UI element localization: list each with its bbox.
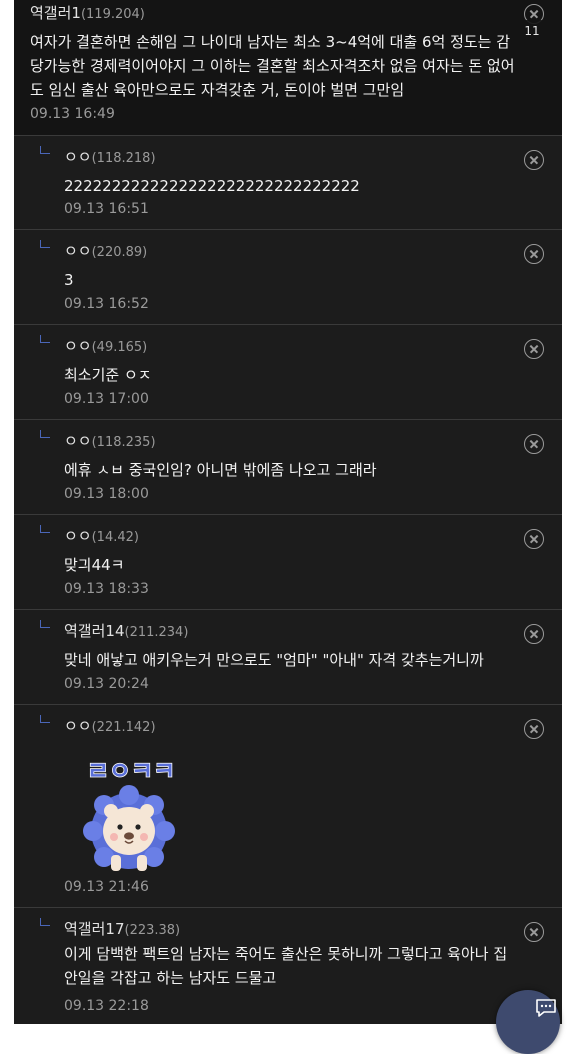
delete-icon[interactable] [524,244,544,264]
comment-author[interactable]: ㅇㅇ(118.218) [64,146,156,167]
reply-arrow-icon [40,918,50,926]
author-ip: (49.165) [91,340,148,355]
comment-bubble-icon [536,999,556,1017]
comment-author[interactable]: 역갤러17(223.38) [64,918,180,939]
delete-icon[interactable] [524,922,544,942]
comment-author[interactable]: ㅇㅇ(118.235) [64,430,156,451]
author-name: ㅇㅇ [64,148,92,166]
delete-icon[interactable] [524,624,544,644]
delete-icon[interactable] [524,339,544,359]
author-name: ㅇㅇ [64,432,92,450]
write-comment-button[interactable] [496,990,560,1054]
comment-text: 에휴 ㅅㅂ 중국인임? 아니면 밖에좀 나오고 그래라 [64,461,377,479]
author-name: ㅇㅇ [64,527,92,545]
reply-item: ㅇㅇ(220.89) 3 09.13 16:52 [14,230,562,325]
lion-sticker-image[interactable]: ㄹㅇㅋㅋ [70,749,192,879]
sticker-caption: ㄹㅇㅋㅋ [87,757,175,785]
author-ip: (14.42) [91,530,139,545]
author-name: 역갤러17 [64,920,125,938]
comment-text: 3 [64,271,74,289]
comment-text: 이게 담백한 팩트임 남자는 죽어도 출산은 못하니까 그렇다고 육아나 집 안… [64,945,508,987]
comment-text: 맞네 애낳고 애키우는거 만으로도 "엄마" "아내" 자격 갖추는거니까 [64,651,484,669]
author-ip: (223.38) [124,923,181,938]
reply-item: 역갤러17(223.38) 이게 담백한 팩트임 남자는 죽어도 출산은 못하니… [14,908,562,1024]
comment-date: 09.13 20:24 [64,676,149,692]
reply-item: ㅇㅇ(221.142) ㄹㅇㅋㅋ 09.13 21:46 [14,705,562,908]
author-ip: (220.89) [91,245,148,260]
reply-arrow-icon [40,620,50,628]
delete-icon[interactable] [524,529,544,549]
comment-author[interactable]: ㅇㅇ(221.142) [64,715,156,736]
comment-date: 09.13 18:33 [64,581,149,597]
reply-arrow-icon [40,335,50,343]
reply-item: ㅇㅇ(118.235) 에휴 ㅅㅂ 중국인임? 아니면 밖에좀 나오고 그래라 … [14,420,562,515]
delete-icon[interactable] [524,719,544,739]
counter-badge: 11 [519,20,545,42]
reply-arrow-icon [40,146,50,154]
comment-date: 09.13 16:49 [30,106,115,122]
author-ip: (118.218) [91,151,156,166]
comment-author[interactable]: ㅇㅇ(49.165) [64,335,147,356]
comment-date: 09.13 16:52 [64,296,149,312]
comment-author[interactable]: ㅇㅇ(14.42) [64,525,139,546]
comment-author[interactable]: 역갤러14(211.234) [64,620,188,641]
comment-date: 09.13 22:18 [64,998,149,1014]
comment-date: 09.13 16:51 [64,201,149,217]
author-name: ㅇㅇ [64,242,92,260]
author-ip: (221.142) [91,720,156,735]
reply-arrow-icon [40,240,50,248]
reply-arrow-icon [40,525,50,533]
lion-sticker-drawing: ㄹㅇㅋㅋ [83,756,176,871]
author-ip: (118.235) [91,435,156,450]
author-name: ㅇㅇ [64,717,92,735]
comment-text: 여자가 결혼하면 손해임 그 나이대 남자는 최소 3~4억에 대출 6억 정도… [30,33,515,99]
author-ip: (119.204) [80,7,145,22]
comment-item: 역갤러1(119.204) 여자가 결혼하면 손해임 그 나이대 남자는 최소 … [14,0,562,136]
delete-icon[interactable] [524,150,544,170]
comment-text: 최소기준 ㅇㅈ [64,366,152,384]
comment-date: 09.13 17:00 [64,391,149,407]
reply-arrow-icon [40,430,50,438]
comment-text: 맞긔44ㅋ [64,556,125,574]
author-ip: (211.234) [124,625,189,640]
reply-item: ㅇㅇ(14.42) 맞긔44ㅋ 09.13 18:33 [14,515,562,610]
reply-item: ㅇㅇ(49.165) 최소기준 ㅇㅈ 09.13 17:00 [14,325,562,420]
comment-list: 역갤러1(119.204) 여자가 결혼하면 손해임 그 나이대 남자는 최소 … [14,0,562,1024]
comment-author[interactable]: 역갤러1(119.204) [30,2,145,23]
comment-text: 2222222222222222222222222222222 [64,177,360,195]
comment-author[interactable]: ㅇㅇ(220.89) [64,240,147,261]
author-name: ㅇㅇ [64,337,92,355]
author-name: 역갤러1 [30,4,81,22]
comment-date: 09.13 18:00 [64,486,149,502]
comment-date: 09.13 21:46 [64,879,149,895]
author-name: 역갤러14 [64,622,125,640]
reply-item: 역갤러14(211.234) 맞네 애낳고 애키우는거 만으로도 "엄마" "아… [14,610,562,705]
reply-item: ㅇㅇ(118.218) 2222222222222222222222222222… [14,136,562,230]
delete-icon[interactable] [524,434,544,454]
reply-arrow-icon [40,715,50,723]
